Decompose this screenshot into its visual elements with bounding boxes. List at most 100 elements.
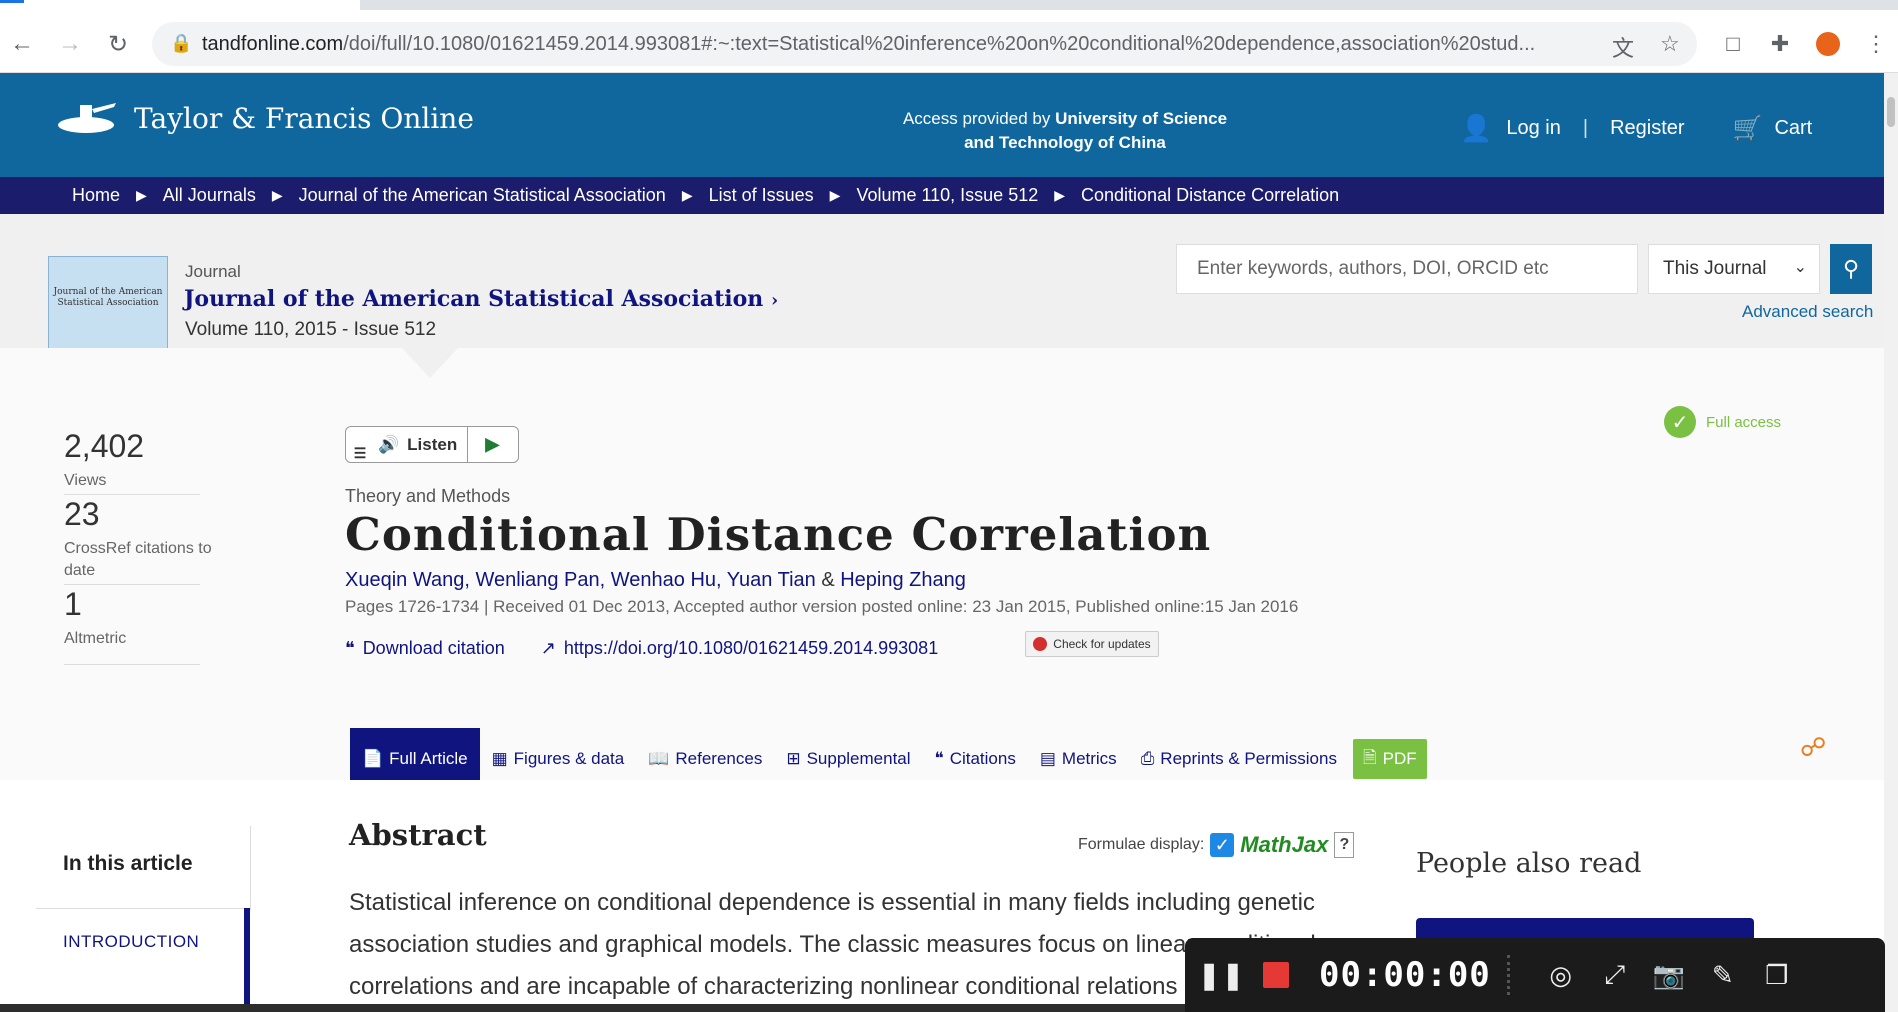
- author-link[interactable]: Yuan Tian: [727, 569, 816, 591]
- play-icon[interactable]: ▶: [468, 434, 516, 455]
- access-institution-1: University of Science: [1055, 109, 1228, 128]
- cart-link[interactable]: Cart: [1774, 117, 1812, 140]
- author-link[interactable]: Wenliang Pan: [475, 569, 599, 591]
- mathjax-help-button[interactable]: ?: [1334, 832, 1355, 858]
- breadcrumb-current: Conditional Distance Correlation: [1081, 185, 1340, 205]
- journal-title-link[interactable]: Journal of the American Statistical Asso…: [184, 286, 778, 312]
- external-link-icon: ↗: [540, 638, 556, 658]
- metric-altmetric-label: Altmetric: [64, 630, 127, 647]
- book-icon: 📖: [648, 749, 670, 768]
- stop-button[interactable]: [1249, 962, 1303, 988]
- search-input[interactable]: Enter keywords, authors, DOI, ORCID etc: [1176, 244, 1638, 294]
- extension-icon[interactable]: □: [1715, 26, 1751, 62]
- doi-link[interactable]: https://doi.org/10.1080/01621459.2014.99…: [564, 638, 938, 659]
- author-link[interactable]: Heping Zhang: [840, 569, 966, 591]
- browser-toolbar: ← → ↻ 🔒 tandfonline.com/doi/full/10.1080…: [0, 0, 1898, 73]
- full-access-label: Full access: [1706, 413, 1782, 431]
- recording-timer: 00:00:00: [1319, 955, 1491, 995]
- breadcrumb-all-journals[interactable]: All Journals: [163, 185, 256, 206]
- site-header: Taylor & Francis Online Access provided …: [0, 73, 1884, 177]
- toc-item-introduction[interactable]: INTRODUCTION: [63, 932, 199, 952]
- tab-label: References: [675, 749, 763, 768]
- search-icon: ⚲: [1842, 256, 1860, 281]
- page-scrollbar[interactable]: [1884, 73, 1898, 1012]
- breadcrumb-issues[interactable]: List of Issues: [709, 185, 814, 206]
- translate-icon[interactable]: 文: [1612, 31, 1634, 63]
- url-path: /doi/full/10.1080/01621459.2014.993081#:…: [343, 33, 1536, 55]
- reload-icon[interactable]: ↻: [100, 26, 136, 62]
- taskbar-strip: [0, 1004, 1185, 1012]
- menu-icon[interactable]: ☰: [346, 427, 374, 462]
- tab-label: PDF: [1382, 749, 1417, 768]
- pdf-icon: 🗎: [1362, 747, 1377, 767]
- metric-divider: [64, 494, 200, 495]
- screen-recorder-bar: ❚❚ 00:00:00 ◎ ⤢ 📷 ✎ ❐: [1185, 938, 1885, 1012]
- profile-avatar[interactable]: [1810, 26, 1846, 62]
- pause-icon[interactable]: ❚❚: [1195, 960, 1249, 991]
- speaker-icon: 🔊: [378, 434, 400, 454]
- minimize-icon[interactable]: ⤢: [1588, 959, 1642, 991]
- site-logo[interactable]: Taylor & Francis Online: [56, 99, 474, 137]
- tab-label: Supplemental: [806, 749, 911, 768]
- author-link[interactable]: Xueqin Wang: [345, 569, 464, 591]
- login-link[interactable]: Log in: [1506, 117, 1561, 140]
- lock-icon: 🔒: [170, 33, 193, 53]
- download-citation-link[interactable]: Download citation: [363, 638, 505, 659]
- back-icon[interactable]: ←: [4, 26, 40, 62]
- printer-icon: ⎙: [1140, 749, 1155, 768]
- toc-active-indicator: [244, 908, 250, 1012]
- breadcrumb: Home ▶ All Journals ▶ Journal of the Ameri…: [0, 177, 1884, 214]
- pen-icon[interactable]: ✎: [1696, 960, 1750, 991]
- check-for-updates-button[interactable]: Check for updates: [1025, 631, 1159, 657]
- breadcrumb-arrow-icon: ▶: [1054, 187, 1066, 203]
- journal-cover[interactable]: Journal of the American Statistical Asso…: [48, 256, 168, 349]
- journal-band: Journal of the American Statistical Asso…: [0, 214, 1884, 349]
- search-button[interactable]: ⚲: [1830, 244, 1872, 294]
- share-icon[interactable]: ☍: [1800, 732, 1826, 763]
- metric-altmetric-value[interactable]: 1: [64, 586, 82, 623]
- toc-divider: [36, 908, 250, 909]
- user-icon: 👤: [1460, 113, 1493, 143]
- tab-label: Figures & data: [513, 749, 625, 768]
- full-access-badge: ✓ Full access: [1664, 406, 1781, 438]
- register-link[interactable]: Register: [1610, 117, 1684, 140]
- extensions-puzzle-icon[interactable]: ✚: [1762, 26, 1798, 62]
- header-separator: |: [1582, 117, 1589, 139]
- listen-button[interactable]: ☰ 🔊 Listen ▶: [345, 426, 519, 463]
- journal-volume-link[interactable]: Volume 110, 2015 - Issue 512: [185, 319, 436, 341]
- metric-crossref-value[interactable]: 23: [64, 496, 100, 533]
- webcam-icon[interactable]: ◎: [1534, 960, 1588, 991]
- breadcrumb-volume[interactable]: Volume 110, Issue 512: [856, 185, 1038, 206]
- camera-icon[interactable]: 📷: [1642, 960, 1696, 991]
- bookmark-star-icon[interactable]: ☆: [1660, 31, 1680, 57]
- header-actions: 👤 Log in | Register 🛒 Cart: [1460, 113, 1812, 144]
- window-icon[interactable]: ❐: [1750, 960, 1804, 991]
- breadcrumb-home[interactable]: Home: [72, 185, 120, 206]
- forward-icon[interactable]: →: [52, 26, 88, 62]
- chrome-menu-icon[interactable]: ⋮: [1858, 26, 1894, 62]
- journal-label: Journal: [185, 262, 241, 281]
- tab-label: Reprints & Permissions: [1160, 749, 1337, 768]
- document-icon: 📄: [362, 749, 384, 768]
- address-bar[interactable]: 🔒 tandfonline.com/doi/full/10.1080/01621…: [152, 22, 1697, 66]
- breadcrumb-arrow-icon: ▶: [271, 187, 283, 203]
- breadcrumb-arrow-icon: ▶: [136, 187, 147, 203]
- breadcrumb-arrow-icon: ▶: [681, 187, 693, 203]
- advanced-search-link[interactable]: Advanced search: [1742, 302, 1873, 322]
- drag-handle[interactable]: [1506, 955, 1522, 995]
- journal-pointer: [402, 348, 458, 378]
- metric-views-label: Views: [64, 472, 107, 489]
- author-list: Xueqin Wang, Wenliang Pan, Wenhao Hu, Yu…: [345, 569, 966, 591]
- mathjax-checkbox[interactable]: ✓: [1210, 833, 1235, 857]
- search-scope-select[interactable]: This Journal ⌄: [1648, 244, 1820, 294]
- tab-pdf[interactable]: 🗎 PDF: [1352, 739, 1427, 779]
- breadcrumb-journal[interactable]: Journal of the American Statistical Asso…: [299, 185, 666, 206]
- cart-icon: 🛒: [1732, 115, 1763, 142]
- lamp-logo-icon: [58, 103, 116, 133]
- toc-divider: [250, 826, 251, 910]
- formulae-label: Formulae display:: [1078, 836, 1205, 853]
- access-institution-2: and Technology of China: [964, 133, 1166, 152]
- author-link[interactable]: Wenhao Hu: [611, 569, 716, 591]
- access-prefix: Access provided by: [902, 109, 1056, 128]
- metric-views-value: 2,402: [64, 428, 145, 464]
